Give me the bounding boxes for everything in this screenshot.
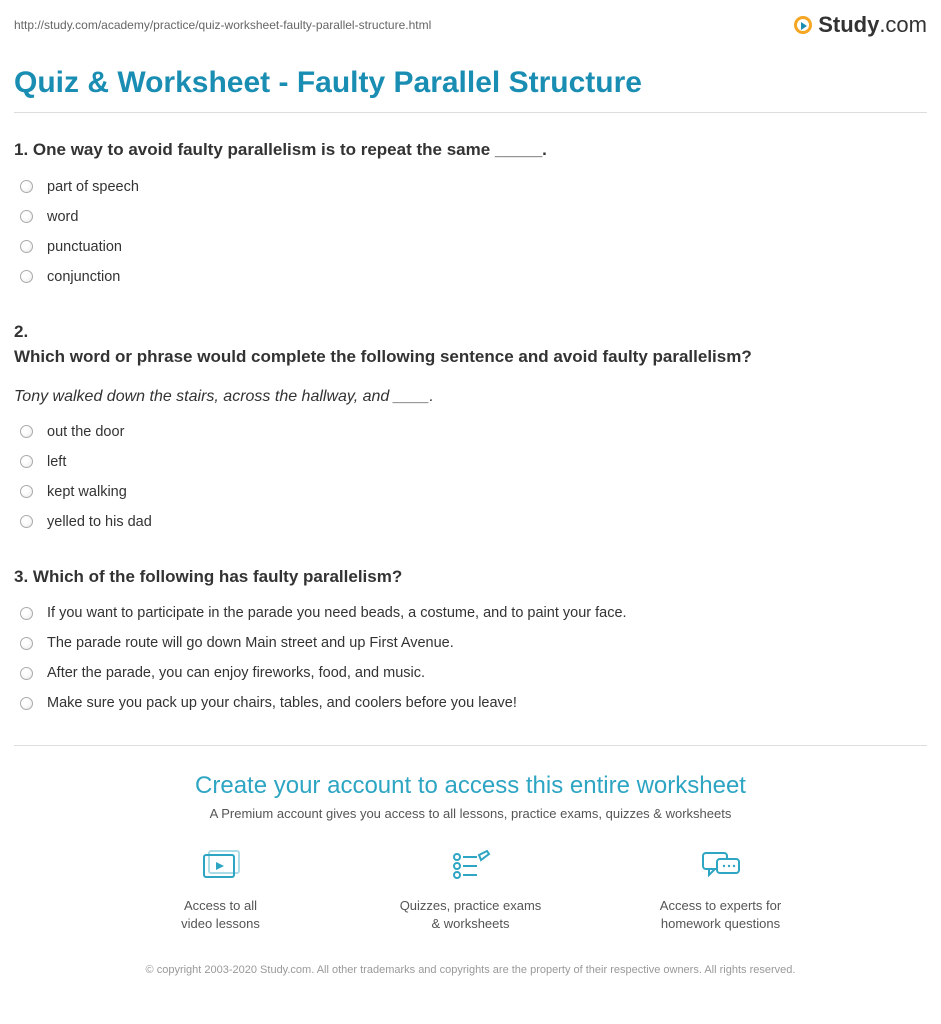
options-list: part of speech word punctuation conjunction: [14, 179, 927, 285]
question-block: 3. Which of the following has faulty par…: [14, 564, 927, 712]
radio-icon[interactable]: [20, 697, 33, 710]
option-item[interactable]: yelled to his dad: [20, 514, 927, 530]
feature-video: Access to all video lessons: [141, 849, 301, 933]
option-label: word: [47, 209, 78, 225]
question-text: 2.Which word or phrase would complete th…: [14, 319, 927, 370]
checklist-icon: [451, 849, 491, 883]
option-label: part of speech: [47, 179, 139, 195]
radio-icon[interactable]: [20, 210, 33, 223]
feature-quizzes: Quizzes, practice exams & worksheets: [391, 849, 551, 933]
option-item[interactable]: punctuation: [20, 239, 927, 255]
radio-icon[interactable]: [20, 485, 33, 498]
feature-experts: Access to experts for homework questions: [641, 849, 801, 933]
option-label: kept walking: [47, 484, 127, 500]
radio-icon[interactable]: [20, 515, 33, 528]
option-label: left: [47, 454, 66, 470]
option-label: The parade route will go down Main stree…: [47, 635, 454, 651]
option-label: conjunction: [47, 269, 120, 285]
option-label: punctuation: [47, 239, 122, 255]
option-item[interactable]: If you want to participate in the parade…: [20, 605, 927, 621]
page-title: Quiz & Worksheet - Faulty Parallel Struc…: [14, 66, 927, 100]
option-item[interactable]: Make sure you pack up your chairs, table…: [20, 695, 927, 711]
radio-icon[interactable]: [20, 637, 33, 650]
question-text: 3. Which of the following has faulty par…: [14, 564, 927, 590]
chat-icon: [701, 849, 741, 883]
option-item[interactable]: kept walking: [20, 484, 927, 500]
options-list: out the door left kept walking yelled to hi…: [14, 424, 927, 530]
cta-section: Create your account to access this entir…: [14, 745, 927, 979]
option-item[interactable]: left: [20, 454, 927, 470]
play-icon: [794, 16, 812, 34]
option-label: yelled to his dad: [47, 514, 152, 530]
features-row: Access to all video lessons Quizzes, pra…: [14, 849, 927, 933]
radio-icon[interactable]: [20, 455, 33, 468]
radio-icon[interactable]: [20, 667, 33, 680]
option-item[interactable]: After the parade, you can enjoy firework…: [20, 665, 927, 681]
option-label: If you want to participate in the parade…: [47, 605, 627, 621]
radio-icon[interactable]: [20, 180, 33, 193]
option-item[interactable]: out the door: [20, 424, 927, 440]
question-text: 1. One way to avoid faulty parallelism i…: [14, 137, 927, 163]
cta-subtitle: A Premium account gives you access to al…: [14, 806, 927, 821]
cta-title: Create your account to access this entir…: [14, 772, 927, 800]
option-item[interactable]: The parade route will go down Main stree…: [20, 635, 927, 651]
option-label: out the door: [47, 424, 124, 440]
question-block: 1. One way to avoid faulty parallelism i…: [14, 137, 927, 285]
header: http://study.com/academy/practice/quiz-w…: [14, 12, 927, 38]
question-example: Tony walked down the stairs, across the …: [14, 388, 927, 406]
copyright: © copyright 2003-2020 Study.com. All oth…: [121, 963, 821, 978]
option-label: Make sure you pack up your chairs, table…: [47, 695, 517, 711]
option-label: After the parade, you can enjoy firework…: [47, 665, 425, 681]
option-item[interactable]: word: [20, 209, 927, 225]
radio-icon[interactable]: [20, 607, 33, 620]
question-block: 2.Which word or phrase would complete th…: [14, 319, 927, 530]
options-list: If you want to participate in the parade…: [14, 605, 927, 711]
option-item[interactable]: part of speech: [20, 179, 927, 195]
video-icon: [201, 849, 241, 883]
radio-icon[interactable]: [20, 270, 33, 283]
radio-icon[interactable]: [20, 425, 33, 438]
option-item[interactable]: conjunction: [20, 269, 927, 285]
divider: [14, 112, 927, 113]
page-url: http://study.com/academy/practice/quiz-w…: [14, 18, 431, 32]
radio-icon[interactable]: [20, 240, 33, 253]
site-logo: Study.com: [794, 12, 927, 38]
